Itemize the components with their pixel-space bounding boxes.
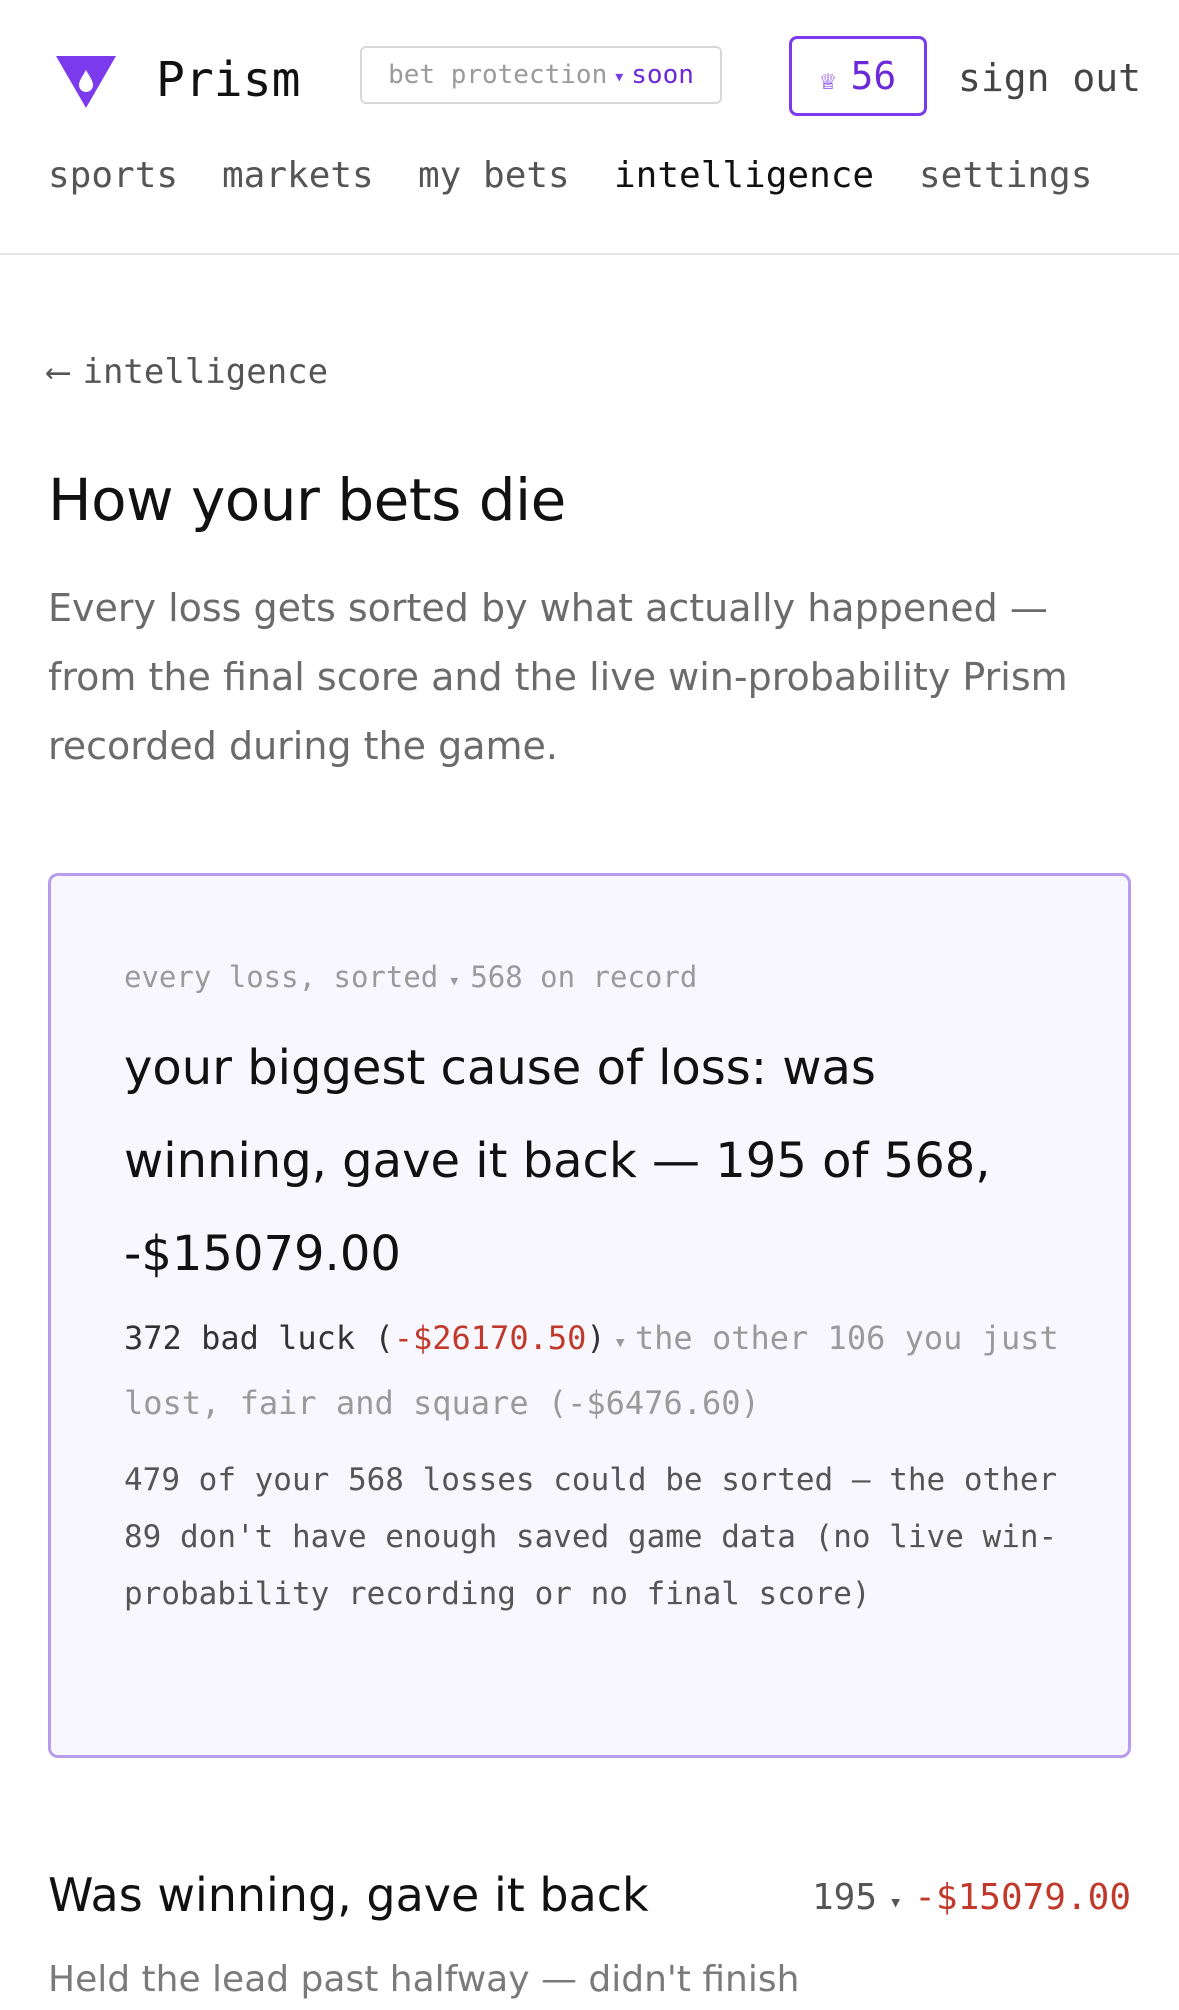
card-label-left: every loss, sorted [124, 960, 439, 994]
bad-luck-close: ) [586, 1319, 606, 1357]
back-link[interactable]: ⟵ intelligence [48, 352, 328, 392]
bad-luck-amount: -$26170.50 [393, 1319, 587, 1357]
loss-breakdown: 372 bad luck (-$26170.50) ▾ the other 106 … [124, 1308, 1084, 1433]
separator-triangle-icon: ▾ [448, 968, 461, 992]
bet-protection-badge: bet protection ▾ soon [360, 46, 722, 104]
separator-triangle-icon: ▾ [613, 64, 626, 88]
card-label: every loss, sorted ▾ 568 on record [124, 958, 697, 999]
bad-luck-count: 372 bad luck ( [124, 1319, 394, 1357]
sorting-coverage-note: 479 of your 568 losses could be sorted —… [124, 1462, 1058, 1612]
tab-markets[interactable]: markets [222, 154, 374, 198]
crown-icon: ♕ [819, 63, 837, 96]
card-label-right: 568 on record [470, 960, 698, 994]
category-amount: -$15079.00 [914, 1877, 1131, 1918]
bet-protection-status: soon [631, 60, 694, 90]
category-description: Held the lead past halfway — didn't fini… [48, 1959, 800, 2000]
sign-out-link[interactable]: sign out [958, 52, 1141, 104]
category-count: 195 [811, 1877, 877, 1918]
crown-count: 56 [850, 54, 897, 98]
biggest-cause-headline: your biggest cause of loss: was winning,… [124, 1040, 991, 1282]
top-header: Prism bet protection ▾ soon ♕ 56 sign out s… [0, 0, 1179, 255]
back-arrow-icon: ⟵ [48, 352, 69, 392]
crown-points-button[interactable]: ♕ 56 [789, 36, 927, 116]
tab-settings[interactable]: settings [919, 154, 1092, 198]
category-stats: 195 ▾ -$15079.00 [812, 1874, 1131, 1927]
separator-triangle-icon: ▾ [889, 1890, 903, 1915]
prism-logo-icon[interactable] [56, 56, 116, 108]
tab-sports[interactable]: sports [48, 154, 178, 198]
back-link-label: intelligence [82, 352, 329, 392]
separator-triangle-icon: ▾ [613, 1330, 627, 1355]
tab-intelligence[interactable]: intelligence [614, 154, 874, 198]
loss-summary-card: every loss, sorted ▾ 568 on record your bi… [48, 873, 1131, 1758]
page-description: Every loss gets sorted by what actually … [48, 586, 1068, 768]
bet-protection-label: bet protection [388, 60, 608, 90]
tab-my-bets[interactable]: my bets [418, 154, 570, 198]
page-title: How your bets die [48, 466, 566, 534]
brand-name[interactable]: Prism [156, 52, 301, 108]
category-title: Was winning, gave it back [48, 1868, 649, 1922]
